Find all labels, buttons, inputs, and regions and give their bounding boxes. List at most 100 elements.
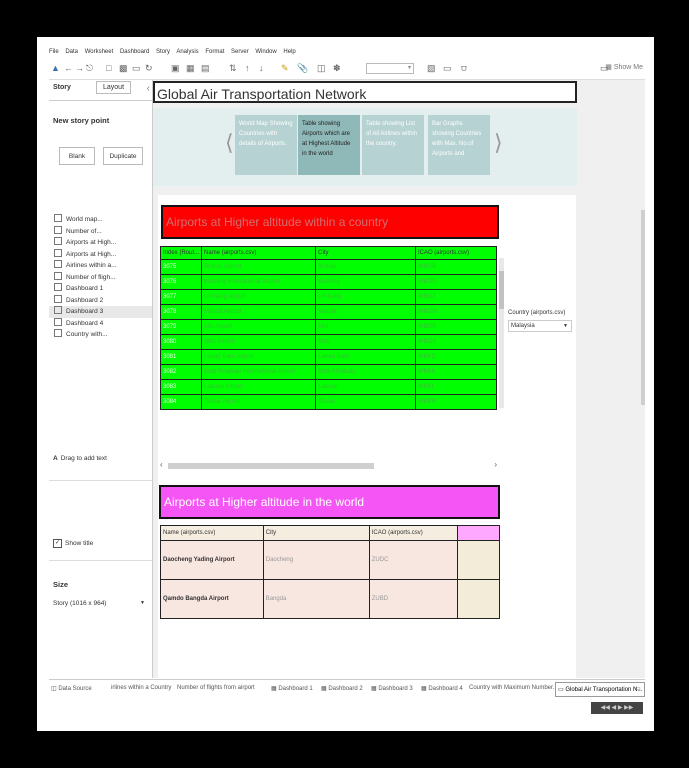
menu-file[interactable]: File (49, 49, 59, 55)
swap-icon[interactable]: ⇅ (229, 62, 237, 74)
table-row[interactable]: 3081 Lahad Datu Airport Lahad Datu WBKD (159, 349, 498, 365)
sheet-item-dashboard-2[interactable]: Dashboard 2 (49, 294, 152, 307)
save-icon[interactable]: □ (106, 62, 111, 74)
table-horizontal-scrollbar[interactable]: ‹ › (160, 460, 497, 471)
sheet-item-number-flights[interactable]: Number of fligh... (49, 271, 152, 284)
clear-sheet-icon[interactable]: ▤ (201, 62, 210, 74)
show-cards-icon[interactable]: ▧ (427, 62, 436, 74)
column-header[interactable]: City (262, 525, 370, 541)
story-point-1[interactable]: World Map Showing Countries with details… (235, 115, 297, 175)
country-dropdown[interactable]: Malaysia ▼ (508, 320, 572, 332)
sheet-item-airports-high-2[interactable]: Airports at High... (49, 248, 152, 261)
new-worksheet-icon[interactable]: ▣ (171, 62, 180, 74)
menu-help[interactable]: Help (283, 49, 295, 55)
tab-layout[interactable]: Layout (96, 81, 132, 94)
tab-country-max[interactable]: Country with Maximum Number... (469, 685, 558, 691)
scroll-right-icon[interactable]: › (494, 460, 497, 469)
tab-story[interactable]: Story (53, 84, 71, 91)
menu-worksheet[interactable]: Worksheet (85, 49, 114, 55)
table-row[interactable]: 3078 Marudi Airport Marudi WBGM (159, 304, 498, 320)
column-header[interactable]: City (315, 246, 416, 260)
drag-to-add-text[interactable]: A Drag to add text (53, 455, 107, 462)
tab-dashboard-2[interactable]: ▦ Dashboard 2 (321, 685, 363, 692)
menu-data[interactable]: Data (65, 49, 78, 55)
refresh-icon[interactable]: ↻ (145, 62, 153, 74)
sheet-item-airlines[interactable]: Airlines within a... (49, 260, 152, 272)
table-vertical-scrollbar[interactable] (499, 258, 504, 408)
presentation-icon[interactable]: ▭ (443, 62, 452, 74)
table-row[interactable]: 3076 Kuching International Airport Kuching… (159, 274, 498, 290)
table-row[interactable]: 3082 Kota Kinabalu International Airport K… (159, 364, 498, 380)
scrollbar-thumb[interactable] (641, 210, 645, 405)
table-row[interactable]: 3083 Labuan Airport Labuan WBKL (159, 379, 498, 395)
table-row[interactable]: 3084 Tawau Airport Tawau WBKW (159, 394, 498, 410)
blank-button[interactable]: Blank (59, 147, 95, 165)
story-point-3[interactable]: Table showing List of All Airlines withi… (362, 115, 424, 175)
canvas-vertical-scrollbar[interactable] (641, 80, 645, 678)
show-me-button[interactable]: ▦ Show Me (605, 63, 643, 71)
column-header[interactable]: Index (Rout... (159, 246, 203, 260)
new-sheet-tab-icon[interactable]: ▭ (635, 685, 641, 692)
menu-window[interactable]: Window (255, 49, 276, 55)
tab-dashboard-4[interactable]: ▦ Dashboard 4 (421, 685, 463, 692)
menu-server[interactable]: Server (231, 49, 249, 55)
pause-update-icon[interactable]: ⎋ (86, 62, 93, 74)
redo-icon[interactable]: → (75, 62, 84, 74)
column-header[interactable]: Name (airports.csv) (201, 246, 317, 260)
size-dropdown[interactable]: Story (1016 x 964) ▼ (53, 600, 145, 607)
story-point-4[interactable]: Bar Graphs showing Countries with Max. N… (428, 115, 490, 175)
highlight-icon[interactable]: ✎ (281, 62, 289, 74)
scroll-left-icon[interactable]: ‹ (160, 460, 163, 469)
column-header[interactable]: ICAO (airports.csv) (414, 246, 498, 260)
table-row[interactable]: Daocheng Yading Airport Daocheng ZUDC (160, 540, 500, 580)
labels-icon[interactable]: ◫ (317, 62, 326, 74)
fit-dropdown[interactable]: ▾ (366, 63, 414, 74)
story-title[interactable]: Global Air Transportation Network (153, 81, 577, 103)
scrollbar-thumb[interactable] (499, 271, 504, 309)
collapse-pane-icon[interactable]: ‹ (147, 83, 150, 94)
tab-dashboard-3[interactable]: ▦ Dashboard 3 (371, 685, 413, 692)
home-icon[interactable]: ▲ (51, 62, 60, 74)
pin-icon[interactable]: ✽ (333, 62, 341, 74)
tab-data-source[interactable]: ◫ Data Source (51, 685, 92, 692)
duplicate-sheet-icon[interactable]: ▦ (186, 62, 195, 74)
sheet-item-dashboard-3[interactable]: Dashboard 3 (49, 306, 152, 318)
duplicate-button[interactable]: Duplicate (103, 147, 143, 165)
sheet-item-dashboard-4[interactable]: Dashboard 4 (49, 317, 152, 330)
sheet-item-dashboard-1[interactable]: Dashboard 1 (49, 283, 152, 295)
sort-desc-icon[interactable]: ↓ (259, 62, 264, 74)
sheet-item-airports-high-1[interactable]: Airports at High... (49, 237, 152, 249)
group-icon[interactable]: 📎 (297, 62, 308, 74)
new-datasource-icon[interactable]: ▩ (119, 62, 128, 74)
column-header[interactable]: ICAO (airports.csv) (368, 525, 458, 541)
sheet-item-number-of[interactable]: Number of... (49, 225, 152, 238)
table-row[interactable]: Qamdo Bangda Airport Bangda ZUBD (160, 579, 500, 619)
scrollbar-thumb[interactable] (168, 463, 374, 469)
sheet-item-country-with[interactable]: Country with... (49, 329, 152, 341)
worksheet-icon (54, 225, 62, 234)
next-point-icon[interactable]: ⟩ (494, 130, 503, 156)
previous-point-icon[interactable]: ⟨ (225, 130, 234, 156)
sheet-item-world-map[interactable]: World map... (49, 214, 152, 226)
table-row[interactable]: 3077 Limbang Airport Limbang WBGJ (159, 289, 498, 305)
menu-format[interactable]: Format (205, 49, 224, 55)
table-row[interactable]: 3075 Bintulu Airport Bintulu WBGB (159, 259, 498, 275)
sheet-label: Dashboard 1 (66, 285, 104, 292)
tab-global-air-story[interactable]: ▭ Global Air Transportation N... (555, 682, 645, 697)
table-row[interactable]: 3080 Sibu Airport Sibu WBGS (159, 334, 498, 350)
sheet-navigation-controls[interactable]: ◀◀ ◀ ▶ ▶▶ (591, 702, 643, 714)
menu-story[interactable]: Story (156, 49, 170, 55)
new-sheet-icon[interactable]: ▭ (132, 62, 141, 74)
menu-dashboard[interactable]: Dashboard (120, 49, 149, 55)
tab-dashboard-1[interactable]: ▦ Dashboard 1 (271, 685, 313, 692)
share-icon[interactable]: ⩌ (461, 62, 467, 74)
table-row[interactable]: 3079 Miri Airport Miri WBGR (159, 319, 498, 335)
menu-analysis[interactable]: Analysis (176, 49, 198, 55)
tab-number-of-flights[interactable]: Number of flights from airport (177, 685, 255, 691)
undo-icon[interactable]: ← (64, 62, 73, 74)
tab-airlines-within-country[interactable]: irlines within a Country (111, 685, 171, 691)
show-title-checkbox[interactable]: ✓ Show title (53, 539, 93, 548)
sort-asc-icon[interactable]: ↑ (245, 62, 250, 74)
column-header[interactable]: Name (airports.csv) (160, 525, 264, 541)
story-point-2[interactable]: Table showing Airports which are at High… (298, 115, 360, 175)
